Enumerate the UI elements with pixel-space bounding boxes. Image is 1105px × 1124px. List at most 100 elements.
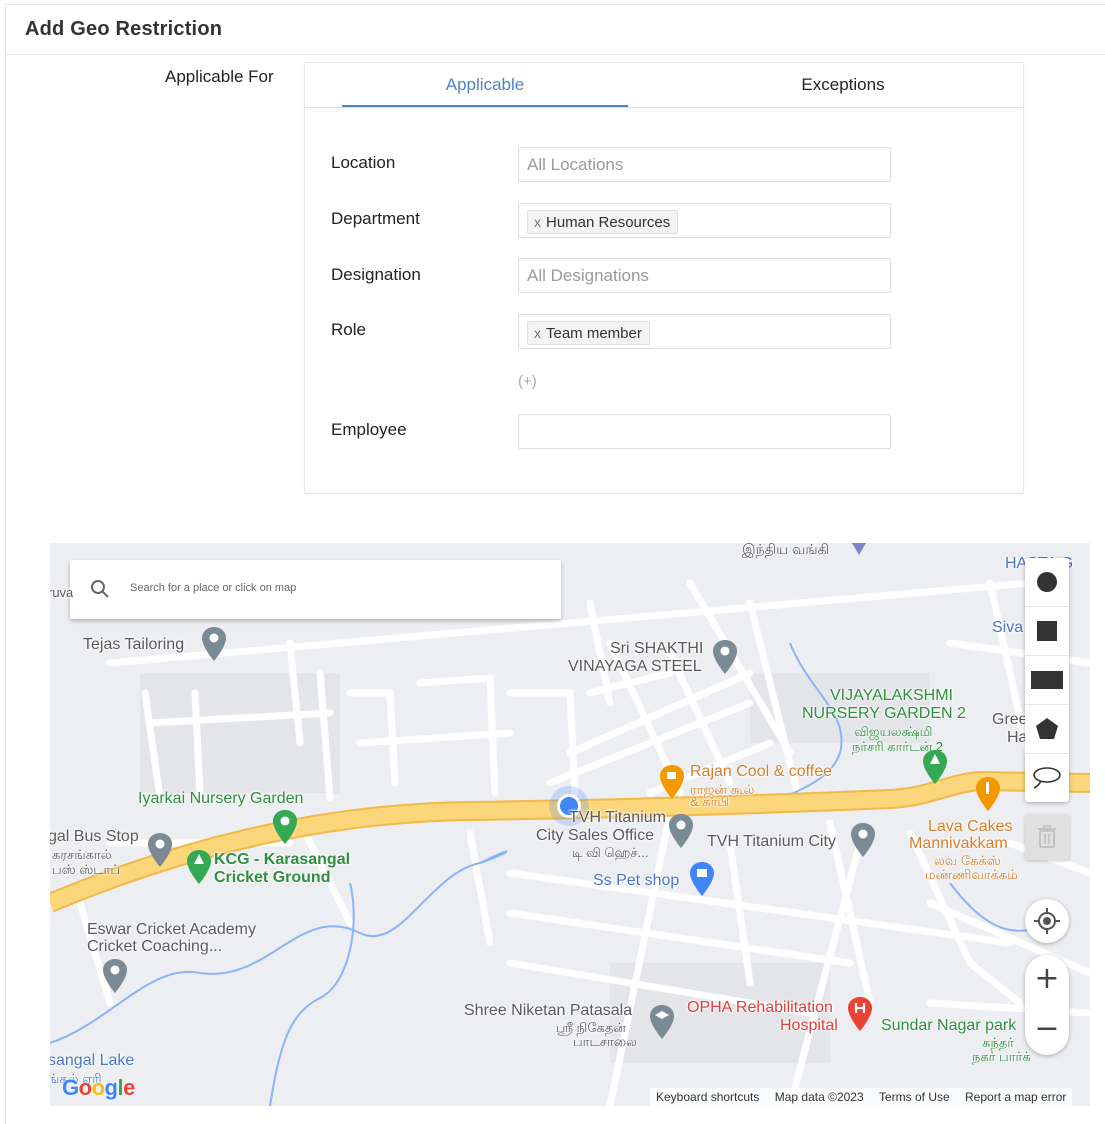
hospital-pin-icon[interactable] bbox=[847, 996, 873, 1032]
map-attribution: Keyboard shortcuts Map data ©2023 Terms … bbox=[650, 1088, 1073, 1106]
map-label-bank: இந்திய வங்கி bbox=[742, 543, 830, 557]
cafe-pin-icon[interactable] bbox=[659, 764, 685, 800]
remove-chip-icon[interactable]: x bbox=[534, 214, 541, 230]
terms-of-use-link[interactable]: Terms of Use bbox=[879, 1090, 950, 1104]
map-label-tvh-city: TVH Titanium City bbox=[707, 833, 836, 850]
map-label-shree-1: Shree Niketan Patasala bbox=[464, 1002, 633, 1019]
search-icon bbox=[91, 580, 109, 598]
map-label-iyarkai: Iyarkai Nursery Garden bbox=[138, 790, 304, 807]
draw-square-button[interactable] bbox=[1025, 607, 1069, 656]
designation-field[interactable]: All Designations bbox=[518, 258, 891, 293]
map-label-sundar-3: நகர் பார்க் bbox=[972, 1049, 1031, 1064]
map-search-box[interactable]: Search for a place or click on map bbox=[70, 560, 561, 619]
draw-rectangle-button[interactable] bbox=[1025, 656, 1069, 705]
square-icon bbox=[1037, 621, 1057, 641]
map-search-placeholder: Search for a place or click on map bbox=[130, 582, 297, 594]
applicable-for-label: Applicable For bbox=[165, 67, 274, 86]
remove-chip-icon[interactable]: x bbox=[534, 325, 541, 341]
map-label-pet: Ss Pet shop bbox=[593, 872, 680, 889]
map-label-siva: Siva bbox=[992, 619, 1024, 636]
department-chip: x Human Resources bbox=[527, 210, 679, 234]
tab-exceptions[interactable]: Exceptions bbox=[700, 63, 986, 107]
tab-applicable[interactable]: Applicable bbox=[342, 63, 628, 107]
circle-icon bbox=[1037, 572, 1057, 592]
map-label-rajan-1: Rajan Cool & coffee bbox=[690, 763, 833, 780]
zoom-in-button[interactable]: + bbox=[1025, 955, 1069, 1005]
page-title: Add Geo Restriction bbox=[25, 18, 223, 40]
report-map-error-link[interactable]: Report a map error bbox=[965, 1090, 1066, 1104]
map-label-sundar-1: Sundar Nagar park bbox=[881, 1017, 1017, 1034]
map-label-eswar-1: Eswar Cricket Academy bbox=[87, 921, 256, 938]
place-pin-icon[interactable] bbox=[712, 639, 738, 675]
designation-label: Designation bbox=[331, 265, 421, 284]
department-chip-label: Human Resources bbox=[546, 214, 671, 231]
map-label-ruva: ruva bbox=[50, 585, 74, 600]
bank-pin-icon bbox=[852, 543, 866, 555]
map-label-bus-3: பஸ் ஸ்டாப் bbox=[52, 862, 121, 877]
tree-pin-icon[interactable] bbox=[186, 849, 212, 885]
lasso-icon bbox=[1033, 767, 1061, 789]
map-label-tejas: Tejas Tailoring bbox=[83, 636, 185, 653]
location-field[interactable]: All Locations bbox=[518, 147, 891, 182]
map-view[interactable]: Search for a place or click on map இந்தி… bbox=[50, 543, 1090, 1106]
map-label-shakthi-2: VINAYAGA STEEL bbox=[568, 658, 702, 675]
map-label-tvh-2: City Sales Office bbox=[536, 827, 654, 844]
delete-shape-button[interactable] bbox=[1025, 814, 1069, 860]
map-label-opha-1: OPHA Rehabilitation bbox=[687, 999, 833, 1016]
role-chip: x Team member bbox=[527, 321, 650, 345]
designation-placeholder: All Designations bbox=[527, 266, 649, 285]
map-label-lava-1: Lava Cakes bbox=[928, 818, 1013, 835]
map-label-eswar-2: Cricket Coaching... bbox=[87, 938, 223, 955]
map-label-shree-3: பாடசாலை bbox=[573, 1034, 637, 1049]
location-label: Location bbox=[331, 153, 396, 172]
applicability-panel: Applicable Exceptions Location All Locat… bbox=[304, 62, 1024, 494]
school-pin-icon[interactable] bbox=[649, 1004, 675, 1040]
tab-bar: Applicable Exceptions bbox=[305, 63, 1023, 108]
crosshair-icon bbox=[1034, 908, 1060, 934]
bus-stop-pin-icon[interactable] bbox=[147, 832, 173, 868]
role-field[interactable]: x Team member bbox=[518, 314, 891, 349]
place-pin-icon[interactable] bbox=[850, 822, 876, 858]
map-label-vijaya-2: NURSERY GARDEN 2 bbox=[802, 705, 966, 722]
zoom-control: + − bbox=[1025, 955, 1069, 1055]
map-data-credit: Map data ©2023 bbox=[774, 1090, 864, 1104]
polygon-icon bbox=[1036, 718, 1058, 739]
add-criteria-button[interactable]: (+) bbox=[518, 373, 537, 390]
map-label-tvh-1: TVH Titanium bbox=[569, 809, 666, 826]
map-label-lava-2: Mannivakkam bbox=[909, 835, 1008, 852]
department-field[interactable]: x Human Resources bbox=[518, 203, 891, 238]
role-chip-label: Team member bbox=[546, 325, 642, 342]
map-label-shakthi-1: Sri SHAKTHI bbox=[610, 640, 704, 657]
location-placeholder: All Locations bbox=[527, 155, 624, 174]
trash-icon bbox=[1038, 825, 1056, 848]
map-label-kcg-2: Cricket Ground bbox=[214, 869, 331, 886]
map-label-vijaya-1: VIJAYALAKSHMI bbox=[830, 687, 953, 704]
employee-field[interactable] bbox=[518, 414, 891, 449]
shopping-pin-icon[interactable] bbox=[689, 861, 715, 897]
zoom-out-button[interactable]: − bbox=[1025, 1005, 1069, 1055]
draw-freehand-button[interactable] bbox=[1025, 754, 1069, 802]
google-logo: Google bbox=[62, 1075, 135, 1100]
map-label-bus-1: gal Bus Stop bbox=[50, 828, 139, 845]
department-label: Department bbox=[331, 209, 420, 228]
place-pin-icon[interactable] bbox=[201, 626, 227, 662]
tree-pin-icon[interactable] bbox=[922, 749, 948, 785]
keyboard-shortcuts-link[interactable]: Keyboard shortcuts bbox=[656, 1090, 759, 1104]
draw-circle-button[interactable] bbox=[1025, 558, 1069, 607]
drawing-toolbar bbox=[1025, 558, 1069, 802]
map-label-lava-4: மண்ணிவாக்கம் bbox=[925, 867, 1018, 882]
place-pin-icon[interactable] bbox=[102, 958, 128, 994]
map-label-lake-1: sangal Lake bbox=[50, 1052, 135, 1069]
map-label-rajan-3: & காபி bbox=[690, 794, 730, 809]
employee-label: Employee bbox=[331, 420, 407, 439]
map-label-tvh-3: டி வி ஹெச்... bbox=[572, 845, 649, 860]
map-label-opha-2: Hospital bbox=[780, 1017, 838, 1034]
map-label-kcg-1: KCG - Karasangal bbox=[214, 851, 351, 868]
restaurant-pin-icon[interactable] bbox=[975, 776, 1001, 812]
garden-pin-icon[interactable] bbox=[272, 809, 298, 845]
draw-polygon-button[interactable] bbox=[1025, 705, 1069, 754]
place-pin-icon[interactable] bbox=[668, 813, 694, 849]
rectangle-icon bbox=[1031, 671, 1063, 689]
role-label: Role bbox=[331, 320, 366, 339]
my-location-button[interactable] bbox=[1025, 899, 1069, 943]
